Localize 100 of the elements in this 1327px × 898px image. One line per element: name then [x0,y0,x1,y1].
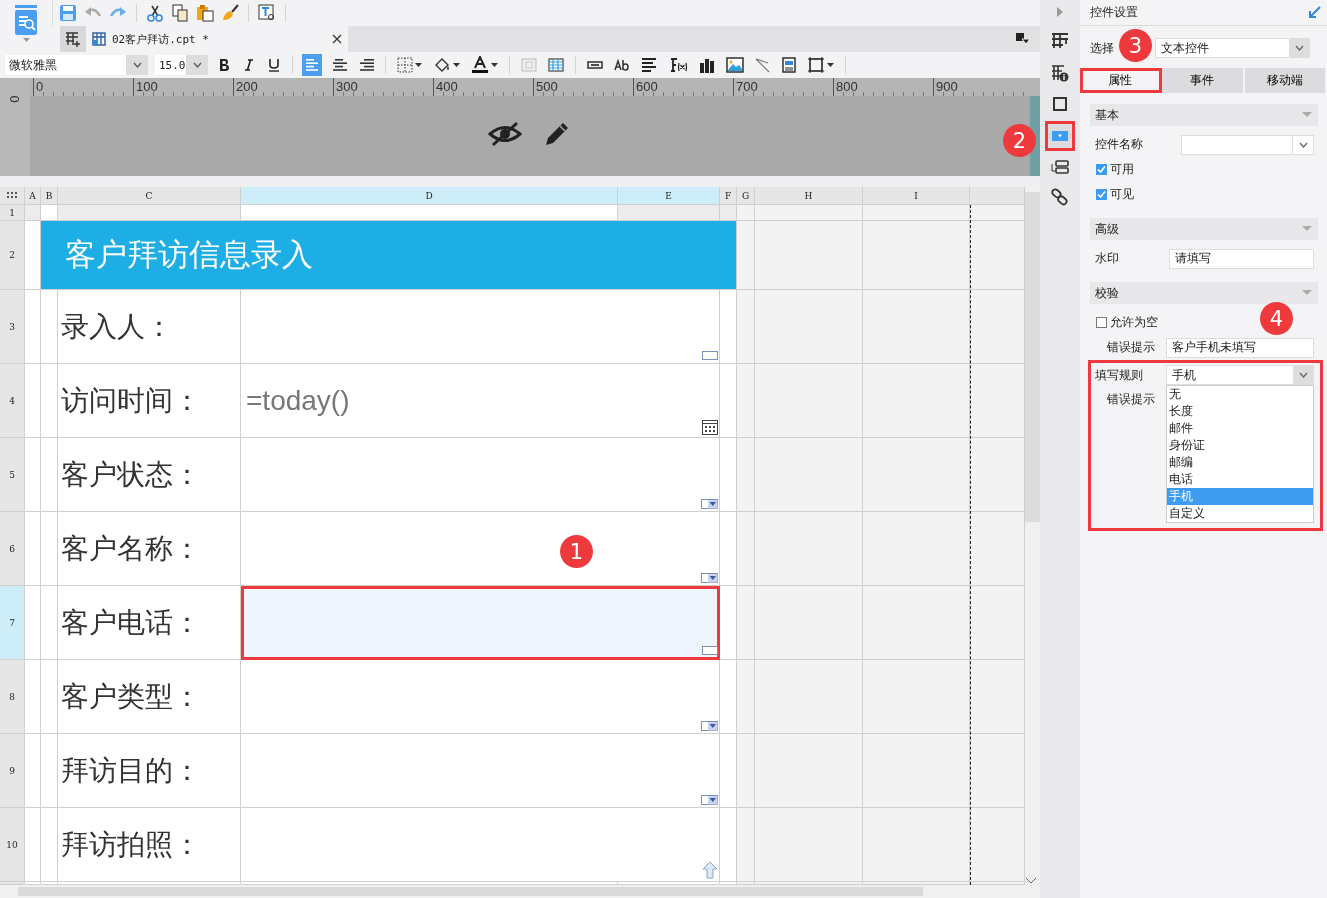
name-select[interactable] [1181,134,1314,155]
column-header[interactable]: I [863,187,970,205]
sheet-cell[interactable] [970,882,1025,885]
rule-select[interactable]: 手机 [1166,365,1314,385]
sheet-cell[interactable] [25,882,41,885]
column-header[interactable]: D [241,187,618,205]
column-header[interactable]: E [618,187,720,205]
dropdown-option[interactable]: 邮件 [1167,420,1313,437]
sheet-cell[interactable] [720,808,737,882]
sheet-cell[interactable] [720,586,737,660]
eye-slash-icon[interactable] [488,120,522,147]
panel-tab[interactable]: 移动端 [1244,68,1327,93]
checkbox[interactable] [1096,164,1107,175]
sheet-cell[interactable] [241,882,618,885]
row-header[interactable]: 2 [0,221,25,290]
brush-icon[interactable] [221,4,239,22]
panel-tab[interactable]: 属性 [1080,68,1163,93]
sheet-cell[interactable] [737,660,755,734]
sheet-cell[interactable] [720,882,737,885]
sheet-cell[interactable] [863,586,970,660]
sheet-cell[interactable] [41,734,58,808]
sheet-cell[interactable] [41,660,58,734]
column-header[interactable]: A [25,187,41,205]
dropdown-option[interactable]: 电话 [1167,471,1313,488]
subreport-button[interactable] [780,54,798,76]
checkbox[interactable] [1096,189,1107,200]
sheet-cell[interactable] [970,660,1025,734]
sheet-cell[interactable] [25,205,41,221]
select-all-button[interactable] [0,187,25,205]
column-header[interactable]: H [755,187,863,205]
sheet-cell[interactable] [863,660,970,734]
sheet-cell[interactable] [755,660,863,734]
sheet-cell[interactable] [970,438,1025,512]
sheet-cell[interactable] [737,205,755,221]
paste-icon[interactable] [196,4,214,22]
dropdown-option[interactable]: 自定义 [1167,505,1313,522]
sheet-cell[interactable] [41,882,58,885]
sheet-cell[interactable] [25,808,41,882]
checkbox[interactable] [1096,317,1107,328]
sheet-cell[interactable] [863,364,970,438]
sheet-cell[interactable] [25,512,41,586]
sheet-cell[interactable] [970,734,1025,808]
sheet-cell[interactable] [25,438,41,512]
sheet-cell[interactable] [58,205,241,221]
column-header[interactable]: F [720,187,737,205]
sheet-cell[interactable] [755,512,863,586]
sheet-cell[interactable] [720,734,737,808]
sheet-cell[interactable] [863,221,970,290]
frame-button[interactable] [805,54,836,76]
sheet-cell[interactable] [863,290,970,364]
sheet-cell[interactable] [720,364,737,438]
sheet-cell[interactable] [41,290,58,364]
sheet-cell[interactable] [737,808,755,882]
sheet-cell[interactable] [737,734,755,808]
sheet-cell[interactable] [737,586,755,660]
copy-icon[interactable] [171,4,189,22]
column-header[interactable]: C [58,187,241,205]
cut-icon[interactable] [146,4,164,22]
row-header[interactable]: 3 [0,290,25,364]
row-header[interactable]: 10 [0,808,25,882]
sheet-cell[interactable] [25,290,41,364]
row-header[interactable]: 1 [0,205,25,221]
row-header[interactable]: 9 [0,734,25,808]
row-header[interactable]: 8 [0,660,25,734]
row-header[interactable]: 4 [0,364,25,438]
sheet-cell[interactable] [737,364,755,438]
sheet-cell[interactable] [41,364,58,438]
section-header[interactable]: 高级 [1090,218,1318,240]
dropdown-option[interactable]: 邮编 [1167,454,1313,471]
sheet-cell[interactable] [970,221,1025,290]
list-button[interactable] [1048,157,1072,177]
sheet-cell[interactable] [737,882,755,885]
sheet-cell[interactable] [970,290,1025,364]
sheet-cell[interactable] [755,882,863,885]
sheet-cell[interactable] [863,808,970,882]
sheet-cell[interactable] [863,882,970,885]
sheet-cell[interactable] [755,221,863,290]
sheet-cell[interactable] [25,734,41,808]
sheet-cell[interactable] [737,290,755,364]
file-tab[interactable]: 02客户拜访.cpt * [86,26,348,52]
sheet-cell[interactable] [41,512,58,586]
select-all-icon[interactable] [6,192,18,199]
sheet-cell[interactable] [755,205,863,221]
sheet-cell[interactable] [720,205,737,221]
input-cell[interactable] [241,290,720,364]
font-select[interactable]: 微软雅黑 [5,55,148,75]
column-header[interactable]: G [737,187,755,205]
sheet-cell[interactable] [737,438,755,512]
sheet-cell[interactable] [755,734,863,808]
scrollbar[interactable] [0,885,1040,898]
sheet-cell[interactable] [970,205,1025,221]
dock-icon[interactable] [1016,33,1030,45]
row-header[interactable]: 7 [0,586,25,660]
size-select[interactable]: 15.0 [155,55,208,75]
column-header[interactable] [970,187,1025,205]
sheet-cell[interactable] [41,586,58,660]
sheet-cell[interactable] [25,221,41,290]
sheet-cell[interactable] [863,512,970,586]
sheet-cell[interactable] [41,438,58,512]
image-button[interactable] [724,54,746,76]
